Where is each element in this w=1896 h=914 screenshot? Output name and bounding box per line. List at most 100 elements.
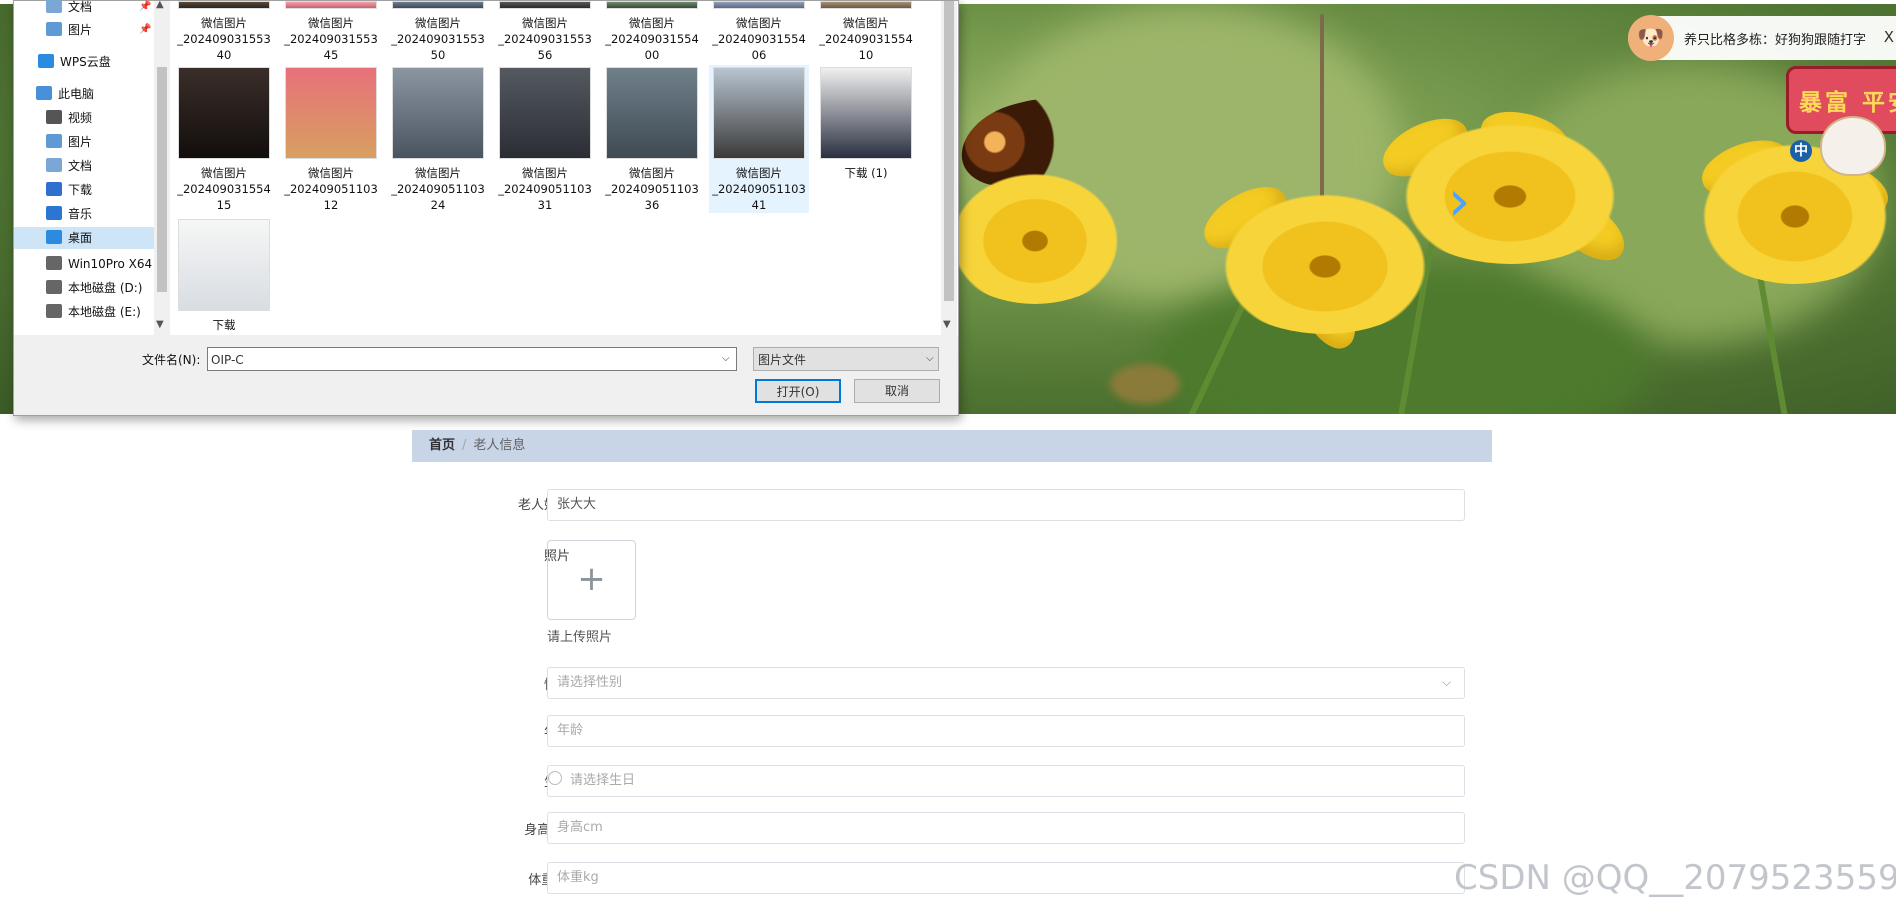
file-tile[interactable]: 微信图片 _202409031553 50 <box>388 1 488 63</box>
image-thumbnail <box>713 67 805 159</box>
gender-label: 性别 <box>410 674 570 693</box>
file-name-line: 微信图片 <box>629 166 675 180</box>
photo-upload-button[interactable]: + <box>547 540 636 620</box>
file-tile[interactable]: 微信图片 _202409031553 40 <box>174 1 274 63</box>
nav-item[interactable]: 音乐 <box>14 203 92 225</box>
file-name-line: _202409051103 <box>498 182 592 196</box>
gender-select[interactable]: 请选择性别 <box>547 667 1465 699</box>
folder-icon <box>36 86 52 100</box>
file-name-line: 31 <box>537 198 553 212</box>
image-thumbnail <box>499 67 591 159</box>
file-name-line: 微信图片 <box>308 16 354 30</box>
nav-item-label: 文档 <box>68 159 93 173</box>
nav-item[interactable]: Win10Pro X64 <box>14 253 152 275</box>
height-input[interactable]: 身高cm <box>547 812 1465 844</box>
file-tile[interactable]: 微信图片 _202409051103 12 <box>281 65 381 213</box>
nav-scrollbar[interactable]: ▲ ▼ <box>154 0 170 335</box>
image-thumbnail <box>392 1 484 9</box>
file-tile[interactable]: 微信图片 _202409031554 00 <box>602 1 702 63</box>
nav-item[interactable]: 本地磁盘 (D:) <box>14 277 142 299</box>
nav-item[interactable]: 文档 📌 <box>14 0 151 18</box>
nav-item-label: 下载 <box>68 183 93 197</box>
file-name-line: _202409031553 <box>498 32 592 46</box>
breadcrumb-separator: / <box>462 438 467 453</box>
age-label: 年龄 <box>410 721 570 740</box>
file-open-dialog: 文档 📌 图片 📌 WPS云盘 此电脑 视频 图片 文档 下载 音乐 桌面 Win10Pro X64 本地… <box>13 0 959 416</box>
carousel-next-arrow-icon[interactable]: › <box>1448 174 1470 230</box>
nav-item-label: 本地磁盘 (D:) <box>68 281 143 295</box>
nav-item[interactable]: 此电脑 <box>14 83 94 105</box>
filename-input[interactable]: OIP-C <box>207 347 737 371</box>
file-name-line: 56 <box>537 48 553 62</box>
badge-sub-label: 中 <box>1790 140 1812 162</box>
cat-sticker-icon <box>1820 116 1886 176</box>
file-tile[interactable]: 微信图片 _202409051103 36 <box>602 65 702 213</box>
nav-item[interactable]: 图片 <box>14 131 92 153</box>
folder-icon <box>46 22 62 36</box>
file-name-line: 下载 (1) <box>844 166 888 180</box>
file-list-scrollbar[interactable]: ▼ <box>941 1 957 335</box>
nav-item[interactable]: WPS云盘 <box>14 51 111 73</box>
folder-icon <box>46 110 62 124</box>
file-scroll-thumb[interactable] <box>944 1 954 301</box>
folder-icon <box>46 230 62 244</box>
file-name-line: 微信图片 <box>736 166 782 180</box>
filetype-select[interactable]: 图片文件 <box>753 347 939 371</box>
dog-avatar-icon: 🐶 <box>1628 15 1674 61</box>
folder-icon <box>46 0 62 13</box>
nav-item[interactable]: 本地磁盘 (E:) <box>14 301 141 323</box>
file-tile[interactable]: 微信图片 _202409051103 31 <box>495 65 595 213</box>
file-name-line: 06 <box>751 48 767 62</box>
nav-item-label: 本地磁盘 (E:) <box>68 305 141 319</box>
nav-pane: 文档 📌 图片 📌 WPS云盘此电脑视频图片文档下载音乐桌面 Win10Pro X64 本地… <box>14 0 154 335</box>
close-icon[interactable]: X <box>1884 28 1894 46</box>
open-button[interactable]: 打开(O) <box>755 379 841 403</box>
scroll-down-icon[interactable]: ▼ <box>156 319 164 330</box>
file-tile[interactable]: 下载 (1) <box>816 65 916 181</box>
name-input[interactable]: 张大大 <box>547 489 1465 521</box>
nav-item[interactable]: 文档 <box>14 155 92 177</box>
file-name-line: 微信图片 <box>415 166 461 180</box>
file-name-line: 40 <box>216 48 232 62</box>
image-thumbnail <box>285 1 377 9</box>
nav-item[interactable]: 下载 <box>14 179 92 201</box>
file-name-line: _202409031554 <box>605 32 699 46</box>
birthday-picker[interactable]: 请选择生日 <box>547 765 1465 797</box>
nav-item-label: 桌面 <box>68 231 93 245</box>
dialog-footer: 文件名(N): OIP-C ⌵ 图片文件 ⌵ 打开(O) 取消 <box>14 335 958 415</box>
breadcrumb-current: 老人信息 <box>473 438 526 453</box>
weight-input[interactable]: 体重kg <box>547 862 1465 894</box>
file-tile[interactable]: 微信图片 _202409031554 10 <box>816 1 916 63</box>
scroll-down-icon[interactable]: ▼ <box>943 319 951 330</box>
age-input[interactable]: 年龄 <box>547 715 1465 747</box>
chevron-down-icon[interactable]: ⌵ <box>1442 675 1451 690</box>
file-name-line: 微信图片 <box>201 166 247 180</box>
nav-item[interactable]: 桌面 <box>14 227 154 249</box>
plus-icon: + <box>577 559 606 599</box>
nav-item[interactable]: 视频 <box>14 107 92 129</box>
file-tile[interactable]: 微信图片 _202409031554 15 <box>174 65 274 213</box>
chevron-down-icon[interactable]: ⌵ <box>722 353 730 364</box>
file-name-line: _202409031554 <box>712 32 806 46</box>
file-name-line: 微信图片 <box>201 16 247 30</box>
breadcrumb: 首页 / 老人信息 <box>412 430 1492 462</box>
file-tile[interactable]: 微信图片 _202409031553 56 <box>495 1 595 63</box>
folder-icon <box>46 182 62 196</box>
nav-item-label: 此电脑 <box>58 87 95 101</box>
chevron-down-icon[interactable]: ⌵ <box>926 353 934 364</box>
file-tile[interactable]: 下载 <box>174 217 274 333</box>
image-thumbnail <box>820 67 912 159</box>
nav-item[interactable]: 图片 📌 <box>14 19 151 41</box>
file-tile[interactable]: 微信图片 _202409031554 06 <box>709 1 809 63</box>
file-tile[interactable]: 微信图片 _202409031553 45 <box>281 1 381 63</box>
scroll-up-icon[interactable]: ▲ <box>156 0 164 10</box>
breadcrumb-home[interactable]: 首页 <box>429 438 455 453</box>
file-tile[interactable]: 微信图片 _202409051103 24 <box>388 65 488 213</box>
file-name-line: 41 <box>751 198 767 212</box>
upload-tip: 请上传照片 <box>547 630 613 645</box>
name-label: 老人姓名 <box>517 498 570 513</box>
file-tile[interactable]: 微信图片 _202409051103 41 <box>709 65 809 213</box>
nav-scroll-thumb[interactable] <box>157 67 167 292</box>
cancel-button[interactable]: 取消 <box>854 379 940 403</box>
nav-item-label: 图片 <box>68 135 93 149</box>
